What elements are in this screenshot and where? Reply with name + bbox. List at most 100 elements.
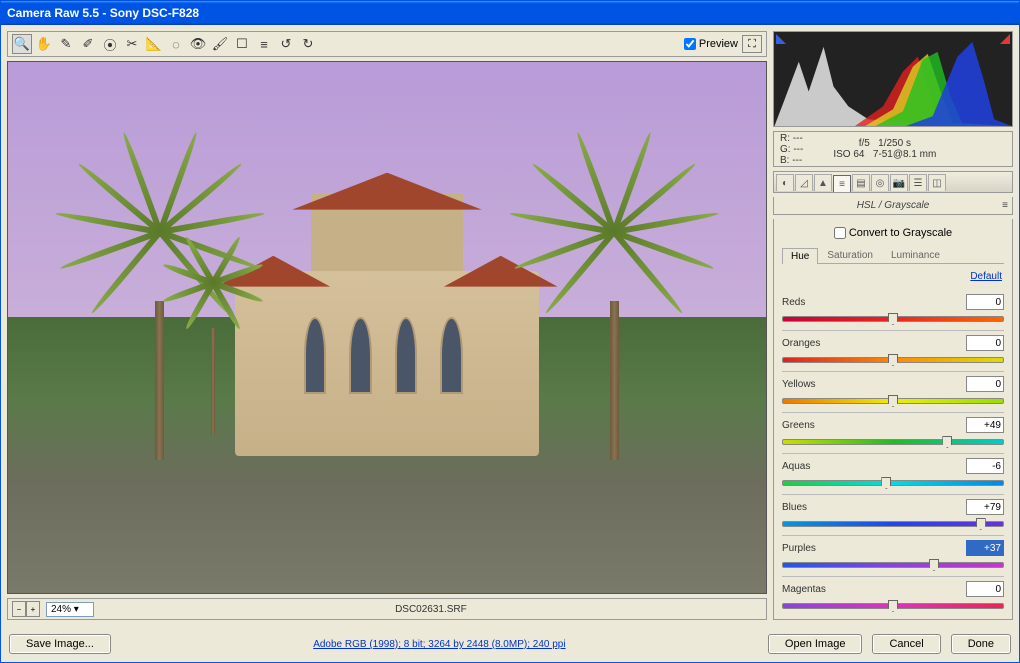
cancel-button[interactable]: Cancel	[872, 634, 940, 654]
slider-thumb[interactable]	[888, 313, 898, 325]
slider-label: Purples	[782, 543, 816, 554]
slider-yellows: Yellows	[782, 374, 1004, 410]
histogram[interactable]	[773, 31, 1013, 127]
zoom-in-button[interactable]: +	[26, 601, 40, 617]
tab-camera-icon[interactable]: 📷	[890, 174, 908, 191]
targeted-adjust-tool-icon[interactable]: ⦿	[100, 34, 120, 54]
slider-aquas: Aquas	[782, 456, 1004, 492]
zoom-out-button[interactable]: −	[12, 601, 26, 617]
tab-detail-icon[interactable]: ▲	[814, 174, 832, 191]
slider-thumb[interactable]	[888, 600, 898, 612]
preview-label: Preview	[699, 38, 738, 50]
hsl-panel: Convert to Grayscale Hue Saturation Lumi…	[773, 219, 1013, 620]
fullscreen-icon[interactable]: ⛶	[742, 35, 762, 53]
rotate-cw-icon[interactable]: ↻	[298, 34, 318, 54]
panel-menu-icon[interactable]: ≡	[1002, 197, 1008, 215]
zoom-select[interactable]: 24% ▾	[46, 602, 94, 617]
slider-thumb[interactable]	[888, 354, 898, 366]
spot-removal-tool-icon[interactable]: ◌	[166, 34, 186, 54]
prefs-icon[interactable]: ☐	[232, 34, 252, 54]
image-preview-frame[interactable]	[7, 61, 767, 594]
tab-presets-icon[interactable]: ☰	[909, 174, 927, 191]
grayscale-checkbox[interactable]: Convert to Grayscale	[834, 227, 952, 239]
save-image-button[interactable]: Save Image...	[9, 634, 111, 654]
slider-label: Oranges	[782, 338, 820, 349]
preview-checkbox[interactable]: Preview	[684, 38, 738, 50]
slider-reds: Reds	[782, 292, 1004, 328]
slider-thumb[interactable]	[888, 395, 898, 407]
done-button[interactable]: Done	[951, 634, 1011, 654]
slider-thumb[interactable]	[942, 436, 952, 448]
slider-thumb[interactable]	[881, 477, 891, 489]
open-image-button[interactable]: Open Image	[768, 634, 863, 654]
sliders-container: Reds Oranges Yellows Greens Aquas Blues Purple…	[782, 288, 1004, 615]
slider-value-input[interactable]	[966, 581, 1004, 597]
slider-label: Reds	[782, 297, 805, 308]
slider-value-input[interactable]	[966, 458, 1004, 474]
exif-focal: 7-51@8.1 mm	[873, 149, 937, 160]
settings-tabstrip: ◐ ◿ ▲ ≡ ▤ ◎ 📷 ☰ ◫	[773, 171, 1013, 193]
slider-value-input[interactable]	[966, 376, 1004, 392]
slider-track[interactable]	[782, 517, 1004, 531]
subtab-saturation[interactable]: Saturation	[818, 247, 882, 263]
tab-snapshots-icon[interactable]: ◫	[928, 174, 946, 191]
rotate-ccw-icon[interactable]: ↺	[276, 34, 296, 54]
grayscale-label: Convert to Grayscale	[849, 227, 952, 239]
slider-value-input[interactable]	[966, 335, 1004, 351]
exif-aperture: f/5	[859, 138, 870, 149]
slider-value-input[interactable]	[966, 499, 1004, 515]
slider-thumb[interactable]	[976, 518, 986, 530]
image-info-bar: − + 24% ▾ DSC02631.SRF	[7, 598, 767, 620]
workflow-options-link[interactable]: Adobe RGB (1998); 8 bit; 3264 by 2448 (8…	[313, 639, 565, 650]
slider-track[interactable]	[782, 353, 1004, 367]
subtab-hue[interactable]: Hue	[782, 248, 818, 264]
crop-tool-icon[interactable]: ✂	[122, 34, 142, 54]
slider-thumb[interactable]	[929, 559, 939, 571]
slider-value-input[interactable]	[966, 540, 1004, 556]
panel-title: HSL / Grayscale ≡	[773, 197, 1013, 215]
slider-label: Magentas	[782, 584, 826, 595]
slider-value-input[interactable]	[966, 417, 1004, 433]
grayscale-checkbox-input[interactable]	[834, 227, 846, 239]
white-balance-tool-icon[interactable]: ✎	[56, 34, 76, 54]
left-pane: 🔍 ✋ ✎ ✐ ⦿ ✂ 📐 ◌ 👁 🖌 ☐ ≡ ↺ ↻ Preview	[7, 31, 767, 620]
slider-track[interactable]	[782, 476, 1004, 490]
window-title: Camera Raw 5.5 - Sony DSC-F828	[7, 6, 199, 20]
tool-toolbar: 🔍 ✋ ✎ ✐ ⦿ ✂ 📐 ◌ 👁 🖌 ☐ ≡ ↺ ↻ Preview	[7, 31, 767, 57]
exif-shutter: 1/250 s	[878, 138, 911, 149]
slider-track[interactable]	[782, 599, 1004, 613]
exif-info: R: --- G: --- B: --- f/5 1/250 s ISO 64 …	[773, 131, 1013, 167]
camera-raw-window: Camera Raw 5.5 - Sony DSC-F828 🔍 ✋ ✎ ✐ ⦿…	[0, 0, 1020, 663]
filename-label: DSC02631.SRF	[100, 604, 762, 615]
slider-track[interactable]	[782, 435, 1004, 449]
list-icon[interactable]: ≡	[254, 34, 274, 54]
slider-label: Blues	[782, 502, 807, 513]
slider-track[interactable]	[782, 394, 1004, 408]
bottom-bar: Save Image... Adobe RGB (1998); 8 bit; 3…	[1, 626, 1019, 662]
color-sampler-tool-icon[interactable]: ✐	[78, 34, 98, 54]
straighten-tool-icon[interactable]: 📐	[144, 34, 164, 54]
zoom-tool-icon[interactable]: 🔍	[12, 34, 32, 54]
tab-basic-icon[interactable]: ◐	[776, 174, 794, 191]
slider-greens: Greens	[782, 415, 1004, 451]
tab-hsl-icon[interactable]: ≡	[833, 175, 851, 192]
image-preview	[8, 62, 766, 593]
subtab-luminance[interactable]: Luminance	[882, 247, 949, 263]
titlebar[interactable]: Camera Raw 5.5 - Sony DSC-F828	[1, 1, 1019, 25]
tab-lens-icon[interactable]: ◎	[871, 174, 889, 191]
hsl-subtabs: Hue Saturation Luminance	[782, 247, 1004, 264]
adjustment-brush-icon[interactable]: 🖌	[210, 34, 230, 54]
slider-magentas: Magentas	[782, 579, 1004, 615]
slider-track[interactable]	[782, 312, 1004, 326]
preview-checkbox-input[interactable]	[684, 38, 696, 50]
tab-curve-icon[interactable]: ◿	[795, 174, 813, 191]
tab-split-icon[interactable]: ▤	[852, 174, 870, 191]
slider-purples: Purples	[782, 538, 1004, 574]
redeye-tool-icon[interactable]: 👁	[188, 34, 208, 54]
default-link[interactable]: Default	[970, 271, 1002, 282]
content-area: 🔍 ✋ ✎ ✐ ⦿ ✂ 📐 ◌ 👁 🖌 ☐ ≡ ↺ ↻ Preview	[1, 25, 1019, 626]
hand-tool-icon[interactable]: ✋	[34, 34, 54, 54]
slider-track[interactable]	[782, 558, 1004, 572]
right-pane: R: --- G: --- B: --- f/5 1/250 s ISO 64 …	[773, 31, 1013, 620]
slider-value-input[interactable]	[966, 294, 1004, 310]
